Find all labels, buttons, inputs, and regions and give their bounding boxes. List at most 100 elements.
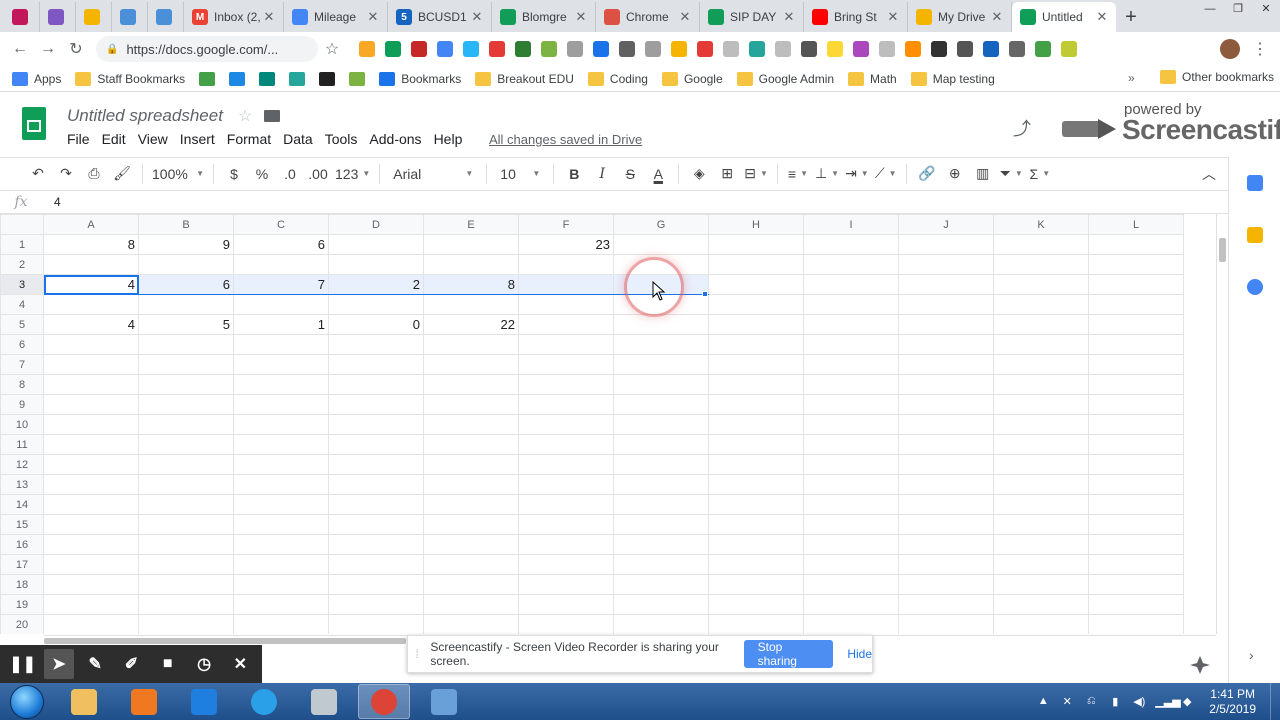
cell[interactable] xyxy=(898,234,994,255)
bookmark-item[interactable] xyxy=(259,71,281,86)
cell[interactable] xyxy=(233,334,329,355)
cell[interactable] xyxy=(803,614,899,634)
cell[interactable] xyxy=(328,394,424,415)
cell[interactable] xyxy=(708,294,804,315)
other-bookmarks-folder[interactable]: Other bookmarks xyxy=(1160,70,1274,84)
cell[interactable] xyxy=(518,474,614,495)
cell[interactable] xyxy=(138,434,234,455)
cell[interactable] xyxy=(898,394,994,415)
cell[interactable] xyxy=(518,254,614,275)
row-header[interactable]: 20 xyxy=(0,614,44,634)
document-title[interactable]: Untitled spreadsheet xyxy=(67,106,223,126)
bold-icon[interactable]: B xyxy=(563,162,585,186)
taskbar-app[interactable] xyxy=(418,684,470,719)
pause-icon[interactable]: ❚❚ xyxy=(8,649,37,679)
tab-close-icon[interactable]: ✕ xyxy=(365,9,381,25)
keep-icon[interactable] xyxy=(1247,227,1263,243)
cell[interactable] xyxy=(803,234,899,255)
cell[interactable] xyxy=(43,374,139,395)
vertical-scrollbar[interactable] xyxy=(1216,214,1228,634)
cell[interactable] xyxy=(708,314,804,335)
tasks-icon[interactable] xyxy=(1247,279,1263,295)
cell[interactable] xyxy=(1088,494,1184,515)
extension-icon[interactable] xyxy=(593,41,609,57)
text-rotation-icon[interactable]: ⟋ ▼ xyxy=(875,162,897,186)
back-button[interactable]: ← xyxy=(6,35,34,63)
cell[interactable] xyxy=(328,474,424,495)
row-header[interactable]: 12 xyxy=(0,454,44,475)
taskbar-app[interactable] xyxy=(238,684,290,719)
redo-icon[interactable]: ↷ xyxy=(55,162,77,186)
browser-tab[interactable]: SIP DAY ✕ xyxy=(700,2,804,32)
bookmark-item[interactable] xyxy=(199,71,221,86)
cell[interactable] xyxy=(518,614,614,634)
clock[interactable]: 1:41 PM 2/5/2019 xyxy=(1209,687,1256,717)
cell[interactable] xyxy=(43,594,139,615)
cell[interactable] xyxy=(613,514,709,535)
zoom-select[interactable]: 100% ▼ xyxy=(152,162,204,186)
cell[interactable] xyxy=(138,394,234,415)
cell[interactable] xyxy=(898,354,994,375)
cell[interactable] xyxy=(138,534,234,555)
browser-tab[interactable] xyxy=(40,2,76,32)
cell[interactable] xyxy=(43,414,139,435)
cell[interactable] xyxy=(43,394,139,415)
bookmark-item[interactable]: Staff Bookmarks xyxy=(75,71,185,86)
windows-start-button[interactable] xyxy=(10,684,44,719)
browser-tab[interactable]: Untitled ✕ xyxy=(1012,2,1116,32)
cell[interactable] xyxy=(328,414,424,435)
cell[interactable] xyxy=(708,574,804,595)
cell[interactable] xyxy=(803,434,899,455)
cell[interactable] xyxy=(708,534,804,555)
extension-icon[interactable] xyxy=(359,41,375,57)
taskbar-app[interactable] xyxy=(358,684,410,719)
cell[interactable] xyxy=(43,614,139,634)
cell[interactable] xyxy=(43,554,139,575)
cell[interactable] xyxy=(898,494,994,515)
cell[interactable] xyxy=(328,354,424,375)
cell[interactable] xyxy=(1088,514,1184,535)
move-to-folder-icon[interactable] xyxy=(264,110,280,122)
text-color-icon[interactable]: A xyxy=(647,162,669,186)
camera-icon[interactable]: ■ xyxy=(153,649,182,679)
cell[interactable] xyxy=(1088,354,1184,375)
cell[interactable] xyxy=(328,294,424,315)
bookmark-item[interactable]: Coding xyxy=(587,71,648,86)
decrease-decimal-button[interactable]: .0 xyxy=(279,162,301,186)
menu-view[interactable]: View xyxy=(138,131,168,147)
browser-tab[interactable]: 5 BCUSD1 ✕ xyxy=(388,2,492,32)
pen-icon[interactable]: ✎ xyxy=(81,649,110,679)
extension-icon[interactable] xyxy=(827,41,843,57)
cell[interactable] xyxy=(898,434,994,455)
tab-close-icon[interactable]: ✕ xyxy=(261,9,277,25)
cell[interactable] xyxy=(1088,454,1184,475)
show-hidden-icons[interactable]: ▲ xyxy=(1035,695,1051,709)
cell[interactable] xyxy=(43,334,139,355)
cell[interactable] xyxy=(1088,254,1184,275)
increase-decimal-button[interactable]: .00 xyxy=(307,162,329,186)
cell[interactable]: 0 xyxy=(328,314,424,335)
cell[interactable] xyxy=(233,474,329,495)
menu-format[interactable]: Format xyxy=(227,131,271,147)
cell[interactable] xyxy=(233,394,329,415)
more-formats-select[interactable]: 123 ▼ xyxy=(335,162,370,186)
cell[interactable] xyxy=(43,354,139,375)
extension-icon[interactable] xyxy=(619,41,635,57)
cell[interactable] xyxy=(328,554,424,575)
cell[interactable] xyxy=(1088,434,1184,455)
close-window-button[interactable]: ✕ xyxy=(1252,0,1280,18)
cell[interactable] xyxy=(233,614,329,634)
bookmark-item[interactable]: Apps xyxy=(12,71,61,86)
cell[interactable] xyxy=(518,274,614,295)
menu-file[interactable]: File xyxy=(67,131,90,147)
borders-icon[interactable]: ⊞ xyxy=(716,162,738,186)
close-icon[interactable]: ✕ xyxy=(226,649,255,679)
cell[interactable] xyxy=(613,494,709,515)
extension-icon[interactable] xyxy=(411,41,427,57)
cell[interactable] xyxy=(1088,234,1184,255)
cell[interactable] xyxy=(993,354,1089,375)
cell[interactable] xyxy=(803,474,899,495)
print-icon[interactable]: ⎙ xyxy=(83,162,105,186)
cell[interactable] xyxy=(803,334,899,355)
dropbox-tray-icon[interactable]: ◆ xyxy=(1179,695,1195,709)
